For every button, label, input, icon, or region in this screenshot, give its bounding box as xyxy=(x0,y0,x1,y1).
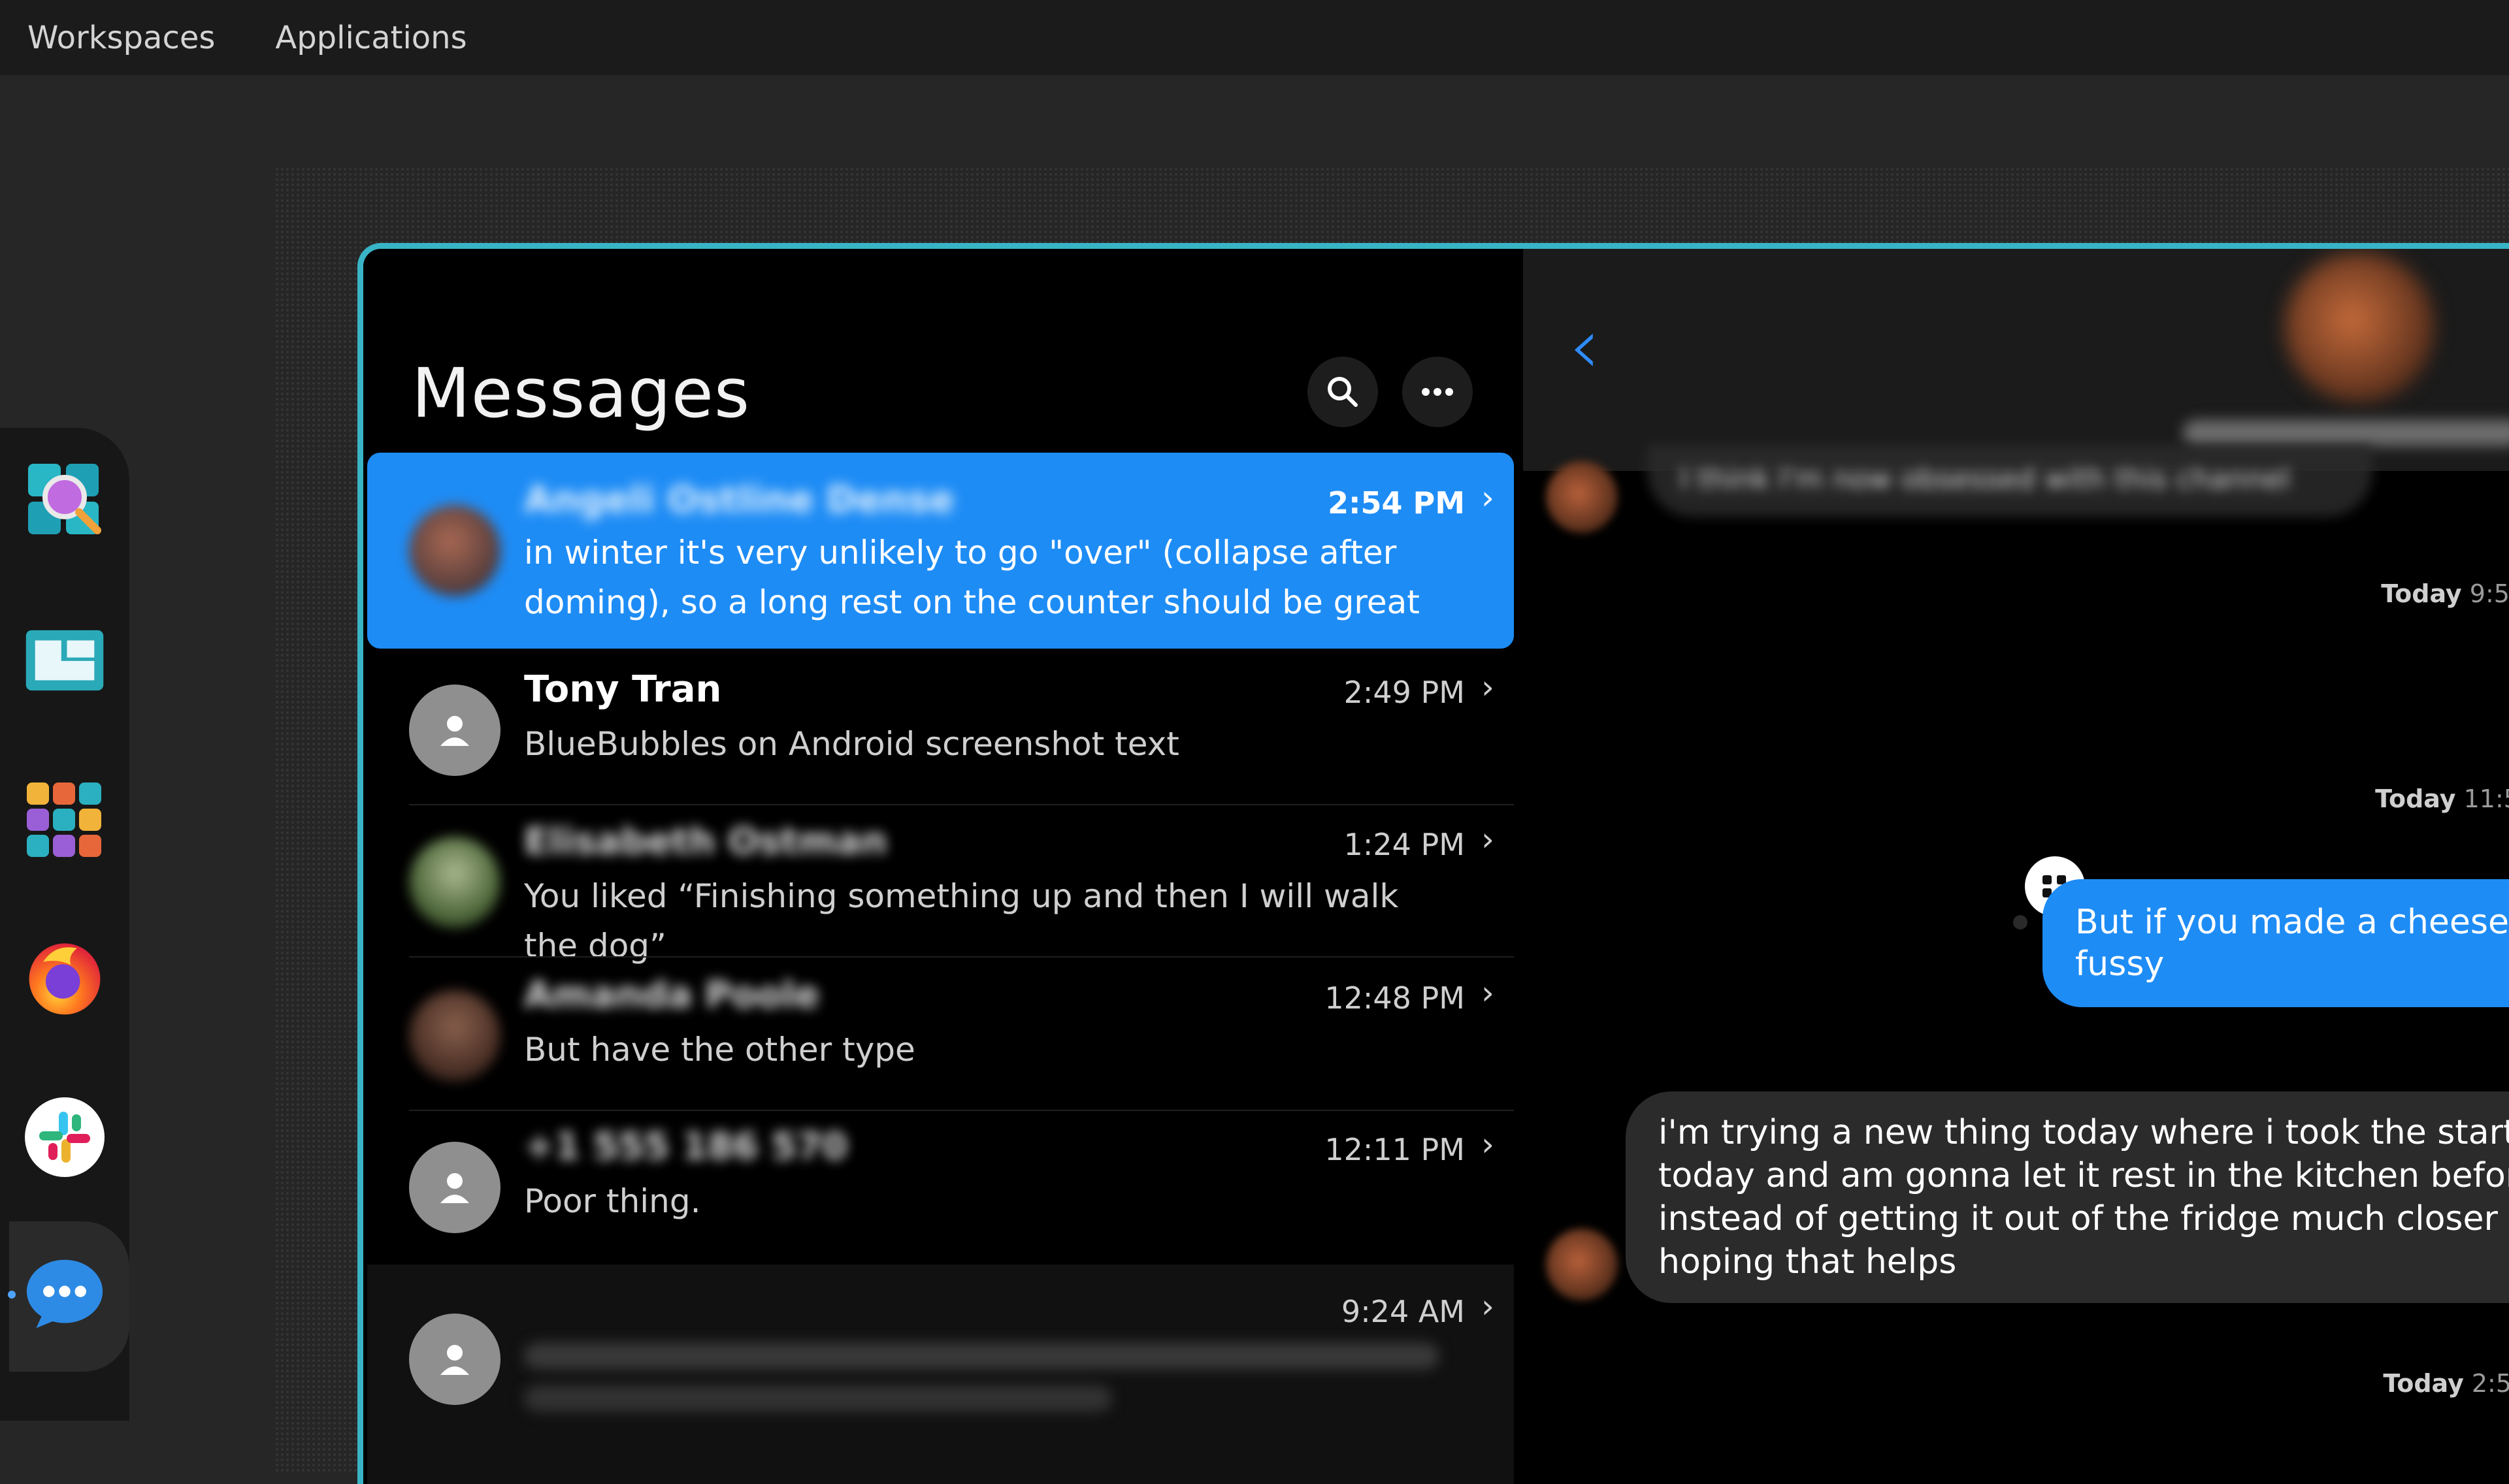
contact-name-blurred xyxy=(2183,420,2509,446)
dock-running-indicator xyxy=(8,1291,16,1298)
messages-app-icon[interactable] xyxy=(25,1254,105,1334)
message-bubble-outgoing[interactable]: But if you made a cheese br fussy xyxy=(2042,879,2509,1007)
avatar xyxy=(409,1314,500,1405)
contact-name: Amanda Poole xyxy=(524,974,819,1016)
chevron-right-icon: › xyxy=(1481,479,1494,517)
app-grid-icon[interactable] xyxy=(25,781,105,860)
message-preview: But have the other type xyxy=(524,1031,915,1069)
contact-name: Tony Tran xyxy=(524,668,722,711)
message-time: 2:49 PM xyxy=(1343,675,1465,710)
timestamp: Today 2:53 PM xyxy=(2383,1369,2509,1398)
avatar xyxy=(409,990,500,1082)
person-icon xyxy=(440,1173,469,1203)
message-bubble-incoming[interactable]: I think I'm now obsessed with this chann… xyxy=(1647,445,2372,517)
conversation-list-pane: Messages Angeli Ostline Dense 2:54 PM › … xyxy=(363,249,1531,1484)
chevron-left-icon[interactable]: ‹ xyxy=(1569,301,1600,392)
message-time: 2:54 PM xyxy=(1328,485,1465,521)
conversation-row[interactable]: Angeli Ostline Dense 2:54 PM › in winter… xyxy=(367,453,1514,649)
search-icon xyxy=(1328,377,1358,407)
chat-header: ‹ xyxy=(1523,249,2509,471)
message-preview: in winter it's very unlikely to go "over… xyxy=(524,534,1420,621)
message-time: 9:24 AM xyxy=(1341,1294,1465,1329)
person-icon xyxy=(440,716,469,746)
contact-avatar[interactable] xyxy=(2284,252,2435,402)
avatar xyxy=(409,505,500,596)
avatar xyxy=(1546,461,1618,533)
avatar xyxy=(1546,1229,1618,1300)
contact-name: Elisabeth Ostman xyxy=(524,820,887,863)
conversation-row[interactable]: Elisabeth Ostman 1:24 PM › You liked “Fi… xyxy=(367,807,1514,965)
messages-window: Messages Angeli Ostline Dense 2:54 PM › … xyxy=(357,243,2509,1484)
chevron-right-icon: › xyxy=(1481,1287,1494,1325)
message-preview: BlueBubbles on Android screenshot text xyxy=(524,725,1179,763)
top-bar: Workspaces Applications xyxy=(0,0,2509,75)
message-bubble-incoming[interactable]: i'm trying a new thing today where i too… xyxy=(1626,1091,2509,1303)
chat-pane: ‹ I think I'm now obsessed with this cha… xyxy=(1523,249,2509,1484)
contact-name: Angeli Ostline Dense xyxy=(524,479,955,521)
conversation-row[interactable]: Amanda Poole 12:48 PM › But have the oth… xyxy=(367,961,1514,1111)
avatar xyxy=(409,685,500,776)
avatar xyxy=(409,1142,500,1233)
more-button[interactable] xyxy=(1402,357,1473,427)
chevron-right-icon: › xyxy=(1481,1125,1494,1163)
applications-menu[interactable]: Applications xyxy=(275,20,467,56)
timestamp: Today 9:53 AM xyxy=(2381,579,2509,608)
more-icon xyxy=(1422,388,1453,396)
page-title: Messages xyxy=(412,353,750,433)
message-time: 12:11 PM xyxy=(1324,1132,1465,1167)
contact-name: +1 555 186 570 xyxy=(524,1125,848,1168)
chevron-right-icon: › xyxy=(1481,668,1494,706)
blurred-preview xyxy=(524,1343,1439,1369)
slack-icon[interactable] xyxy=(25,1097,105,1177)
workspace-layout-app-icon[interactable] xyxy=(25,621,105,700)
timestamp: Today 11:50 AM xyxy=(2375,784,2509,813)
chevron-right-icon: › xyxy=(1481,820,1494,858)
search-app-icon[interactable] xyxy=(25,460,105,540)
conversation-row[interactable]: +1 555 186 570 12:11 PM › Poor thing. xyxy=(367,1112,1514,1263)
conversation-row[interactable]: 9:24 AM › xyxy=(367,1265,1514,1484)
search-button[interactable] xyxy=(1307,357,1378,427)
person-icon xyxy=(440,1345,469,1375)
divider xyxy=(409,804,1514,805)
reaction-tail xyxy=(2013,915,2027,929)
blurred-preview xyxy=(524,1385,1112,1411)
conversation-row[interactable]: Tony Tran 2:49 PM › BlueBubbles on Andro… xyxy=(367,655,1514,805)
chevron-right-icon: › xyxy=(1481,974,1494,1012)
message-time: 12:48 PM xyxy=(1324,980,1465,1016)
divider xyxy=(409,956,1514,958)
message-time: 1:24 PM xyxy=(1343,827,1465,862)
firefox-icon[interactable] xyxy=(25,937,105,1017)
message-preview: Poor thing. xyxy=(524,1182,701,1220)
workspaces-menu[interactable]: Workspaces xyxy=(27,20,215,56)
avatar xyxy=(409,837,500,928)
divider xyxy=(409,1110,1514,1111)
